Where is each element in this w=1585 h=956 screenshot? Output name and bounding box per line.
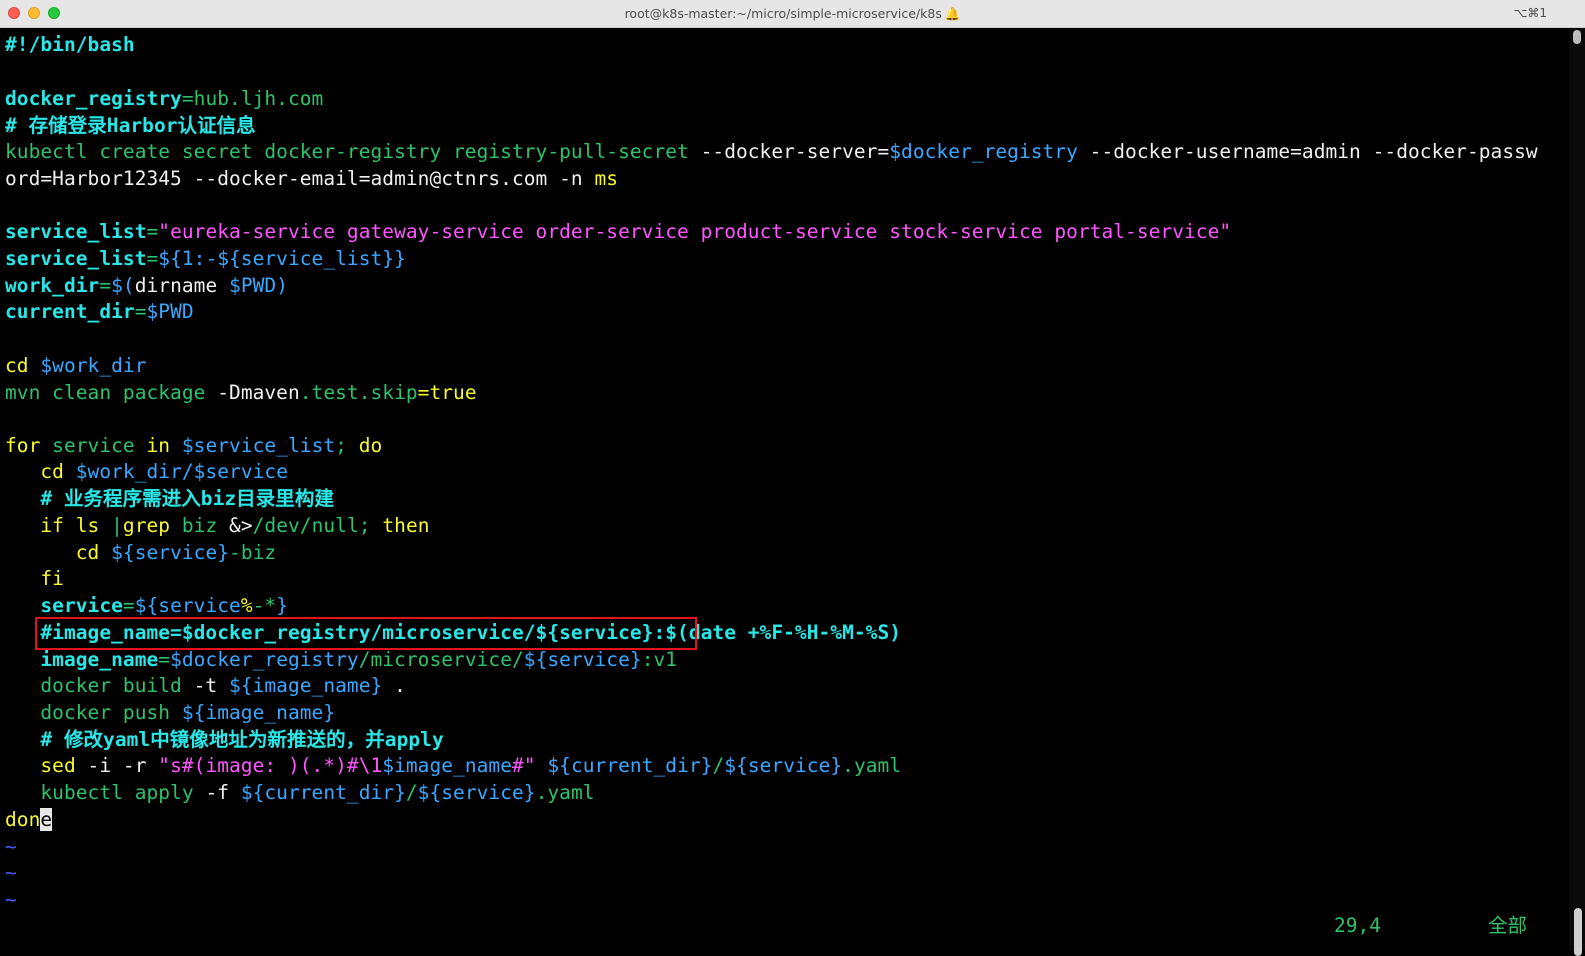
code-line-19: cd ${service}-biz: [5, 541, 277, 564]
scroll-position: 全部: [1488, 914, 1528, 937]
empty-line-marker: ~: [5, 888, 17, 911]
code-line-8: service_list=${1:-${service_list}}: [5, 247, 406, 270]
code-line-3: docker_registry=hub.ljh.com: [5, 87, 324, 110]
code-line-7: service_list="eureka-service gateway-ser…: [5, 220, 1232, 243]
empty-line-marker: ~: [5, 861, 17, 884]
terminal-window: root@k8s-master:~/micro/simple-microserv…: [0, 0, 1585, 956]
window-title: root@k8s-master:~/micro/simple-microserv…: [0, 6, 1585, 22]
code-line-5-wrap: ord=Harbor12345 --docker-email=admin@ctn…: [5, 167, 619, 190]
code-line-28: kubectl apply -f ${current_dir}/${servic…: [5, 781, 595, 804]
code-line-16: cd $work_dir/$service: [5, 460, 288, 483]
code-line-23: image_name=$docker_registry/microservice…: [5, 648, 678, 671]
code-line-12: cd $work_dir: [5, 354, 147, 377]
code-line-18: if ls |grep biz &>/dev/null; then: [5, 514, 430, 537]
code-line-26: # 修改yaml中镜像地址为新推送的，并apply: [5, 728, 444, 751]
code-line-9: work_dir=$(dirname $PWD): [5, 274, 289, 297]
text-cursor: e: [40, 808, 53, 831]
bell-icon: 🔔: [944, 6, 961, 21]
title-bar: root@k8s-master:~/micro/simple-microserv…: [0, 0, 1585, 28]
scrollbar-top-cap: [1573, 30, 1581, 44]
vim-editor[interactable]: #!/bin/bash docker_registry=hub.ljh.com …: [0, 28, 1552, 951]
code-line-4: # 存储登录Harbor认证信息: [5, 114, 256, 137]
empty-line-marker: ~: [5, 835, 17, 858]
code-line-10: current_dir=$PWD: [5, 300, 194, 323]
code-line-13: mvn clean package -Dmaven.test.skip=true: [5, 381, 477, 404]
scrollbar[interactable]: [1569, 28, 1585, 956]
cursor-position: 29,4: [1334, 914, 1381, 937]
code-line-21: service=${service%-*}: [5, 594, 289, 617]
code-line-25: docker push ${image_name}: [5, 701, 336, 724]
code-line-17: # 业务程序需进入biz目录里构建: [5, 487, 334, 510]
window-shortcut: ⌥⌘1: [1513, 6, 1547, 20]
code-line-27: sed -i -r "s#(image: )(.*)#\1$image_name…: [5, 754, 902, 777]
code-line-29: done: [5, 808, 53, 831]
highlight-annotation-box: [35, 617, 697, 650]
code-line-15: for service in $service_list; do: [5, 434, 383, 457]
code-line-1: #!/bin/bash: [5, 33, 135, 56]
scrollbar-thumb[interactable]: [1574, 908, 1582, 956]
code-line-5: kubectl create secret docker-registry re…: [5, 140, 1538, 163]
window-title-text: root@k8s-master:~/micro/simple-microserv…: [624, 6, 942, 21]
code-line-24: docker build -t ${image_name} .: [5, 674, 406, 697]
code-line-20: fi: [5, 567, 64, 590]
